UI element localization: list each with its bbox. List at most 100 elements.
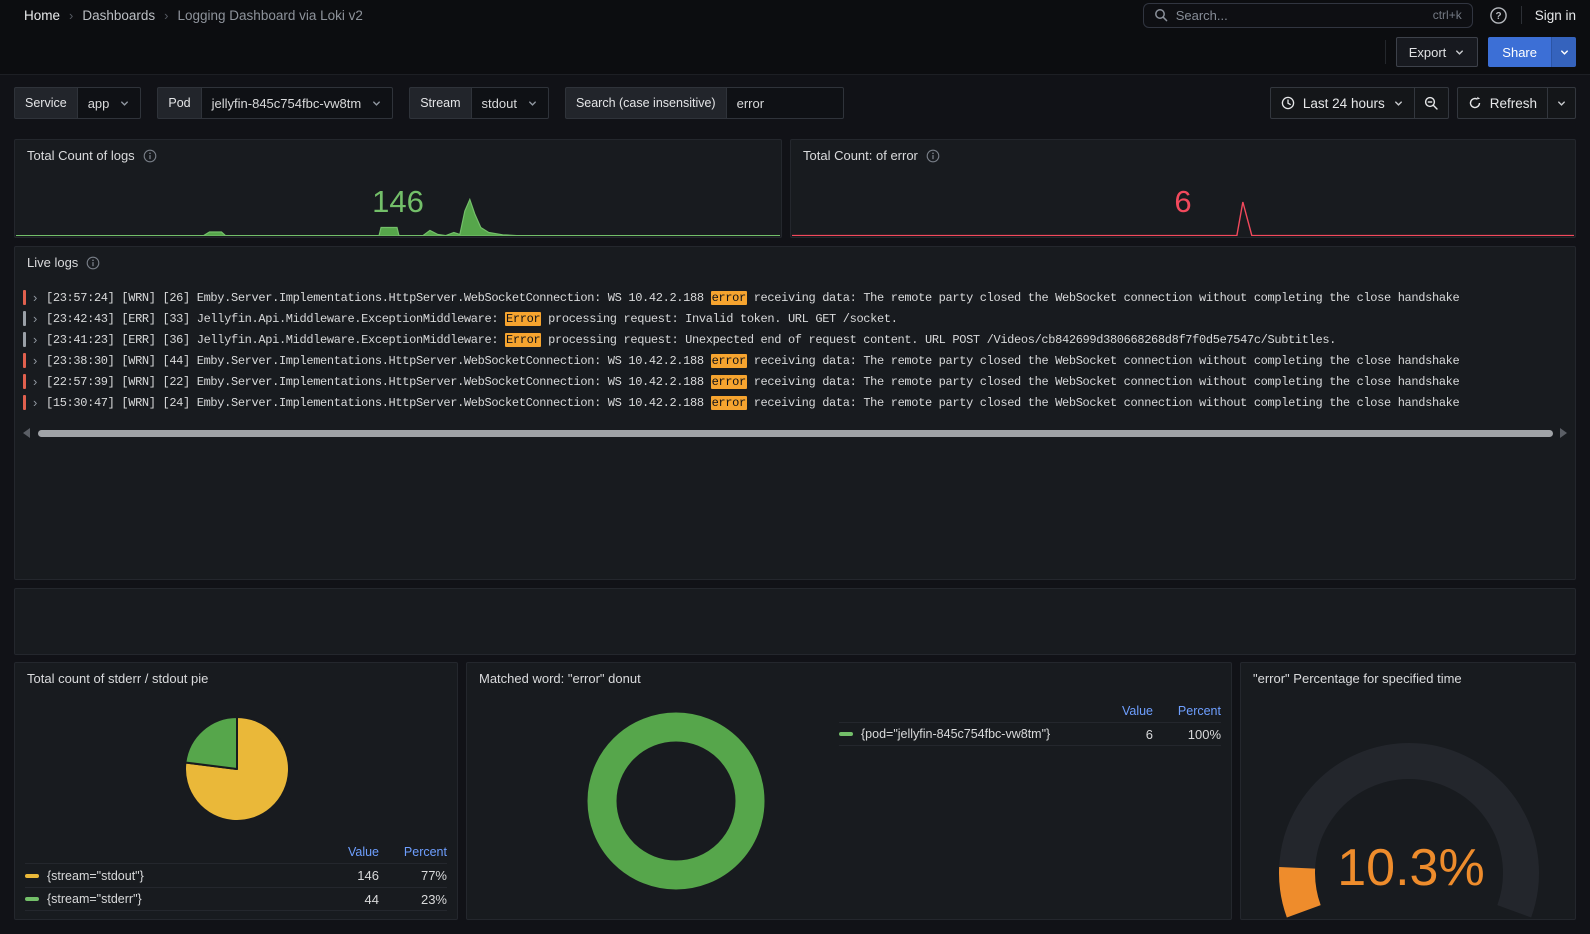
variable-pod-value: jellyfin-845c754fbc-vw8tm xyxy=(211,95,362,111)
breadcrumb-dashboards[interactable]: Dashboards xyxy=(82,8,155,23)
gauge-chart: 10.3% xyxy=(1249,689,1569,919)
log-expand-chevron-icon[interactable]: › xyxy=(33,333,46,346)
legend-percent-header[interactable]: Percent xyxy=(379,845,447,859)
panel-title[interactable]: Total Count of logs xyxy=(27,148,135,163)
log-row[interactable]: › [15:30:47] [WRN] [24] Emby.Server.Imple… xyxy=(23,392,1567,413)
breadcrumb-separator-icon: › xyxy=(164,7,169,23)
legend-value-header[interactable]: Value xyxy=(321,845,379,859)
series-color-dash[interactable] xyxy=(839,732,853,736)
panel-title[interactable]: Live logs xyxy=(27,255,78,270)
panel-total-errors: Total Count: of error 6 xyxy=(790,139,1576,238)
donut-chart[interactable] xyxy=(576,701,776,901)
time-controls: Last 24 hours Refresh xyxy=(1269,87,1576,119)
log-expand-chevron-icon[interactable]: › xyxy=(33,291,46,304)
panel-title[interactable]: Total Count: of error xyxy=(803,148,918,163)
panel-total-logs: Total Count of logs 146 xyxy=(14,139,782,238)
help-icon[interactable]: ? xyxy=(1489,6,1508,25)
log-level-bar xyxy=(23,353,26,368)
sign-in-button[interactable]: Sign in xyxy=(1535,8,1576,23)
time-range-label: Last 24 hours xyxy=(1302,95,1385,111)
panel-pie: Total count of stderr / stdout pie Value… xyxy=(14,662,458,920)
pie-slice-stderr[interactable] xyxy=(184,716,238,770)
info-icon[interactable] xyxy=(143,149,157,163)
variable-stream-select[interactable]: stdout xyxy=(470,87,549,119)
log-row[interactable]: › [23:42:43] [ERR] [33] Jellyfin.Api.Midd… xyxy=(23,308,1567,329)
log-message: [15:30:47] [WRN] [24] Emby.Server.Implem… xyxy=(46,395,1460,410)
donut-legend: Value Percent {pod="jellyfin-845c754fbc-… xyxy=(839,701,1221,746)
refresh-interval-caret[interactable] xyxy=(1548,88,1575,118)
series-color-dash[interactable] xyxy=(25,897,39,901)
log-row[interactable]: › [23:38:30] [WRN] [44] Emby.Server.Imple… xyxy=(23,350,1567,371)
legend-value-header[interactable]: Value xyxy=(1095,704,1153,718)
legend-series-label[interactable]: {stream="stdout"} xyxy=(25,869,321,883)
variable-service-select[interactable]: app xyxy=(76,87,142,119)
toolbar-divider xyxy=(1384,40,1386,64)
log-message: [23:38:30] [WRN] [44] Emby.Server.Implem… xyxy=(46,353,1460,368)
variable-search: Search (case insensitive) error xyxy=(564,87,844,119)
refresh-label: Refresh xyxy=(1489,95,1537,111)
series-color-dash[interactable] xyxy=(25,873,39,878)
variable-pod-label: Pod xyxy=(157,87,201,119)
log-expand-chevron-icon[interactable]: › xyxy=(33,375,46,388)
legend-percent-cell: 23% xyxy=(420,891,447,907)
legend-percent-header[interactable]: Percent xyxy=(1153,704,1221,718)
zoom-out-time-button[interactable] xyxy=(1415,88,1448,118)
global-search-input[interactable]: Search... ctrl+k xyxy=(1142,2,1473,28)
chevron-down-icon xyxy=(529,100,536,106)
time-picker-group: Last 24 hours xyxy=(1269,87,1449,119)
panel-title[interactable]: Total count of stderr / stdout pie xyxy=(27,671,208,686)
share-split-button: Share xyxy=(1488,37,1576,67)
export-button[interactable]: Export xyxy=(1395,37,1479,67)
matched-word-highlight: error xyxy=(710,353,747,368)
dashboard-toolbar: Export Share xyxy=(0,30,1590,74)
variable-service-label: Service xyxy=(14,87,77,119)
log-expand-chevron-icon[interactable]: › xyxy=(33,312,46,325)
log-expand-chevron-icon[interactable]: › xyxy=(33,396,46,409)
breadcrumb-home[interactable]: Home xyxy=(24,8,60,23)
variables-row: Service app Pod jellyfin-845c754fbc-vw8t… xyxy=(14,87,1576,119)
search-icon xyxy=(1154,8,1168,22)
time-range-button[interactable]: Last 24 hours xyxy=(1271,88,1414,118)
chevron-down-icon xyxy=(1394,100,1402,106)
search-placeholder: Search... xyxy=(1175,7,1228,23)
panel-title[interactable]: Matched word: "error" donut xyxy=(479,671,641,686)
legend-header: Value Percent xyxy=(839,701,1221,722)
panel-live-logs: Live logs › [23:57:24] [WRN] [26] Emby.Se… xyxy=(14,246,1576,580)
log-level-bar xyxy=(23,311,26,326)
search-term-input[interactable]: error xyxy=(725,87,844,119)
pie-chart[interactable] xyxy=(175,707,299,831)
gauge-value: 10.3% xyxy=(1337,839,1484,897)
share-button[interactable]: Share xyxy=(1488,37,1551,67)
donut-ring[interactable] xyxy=(587,712,765,890)
legend-row: {stream="stdout"} 146 77% xyxy=(25,863,447,887)
breadcrumb-separator-icon: › xyxy=(69,7,74,23)
variable-pod: Pod jellyfin-845c754fbc-vw8tm xyxy=(157,87,394,119)
legend-percent-cell: 100% xyxy=(1187,726,1221,742)
variable-stream-label: Stream xyxy=(409,87,471,119)
log-row[interactable]: › [22:57:39] [WRN] [22] Emby.Server.Imple… xyxy=(23,371,1567,392)
chevron-down-icon xyxy=(1558,100,1565,106)
variable-stream-value: stdout xyxy=(481,95,517,111)
log-row[interactable]: › [23:41:23] [ERR] [36] Jellyfin.Api.Midd… xyxy=(23,329,1567,350)
page-header: Home › Dashboards › Logging Dashboard vi… xyxy=(0,0,1590,75)
chevron-down-icon xyxy=(121,100,129,106)
log-row[interactable]: › [23:57:24] [WRN] [26] Emby.Server.Imple… xyxy=(23,287,1567,308)
panel-title[interactable]: "error" Percentage for specified time xyxy=(1253,671,1462,686)
info-icon[interactable] xyxy=(926,149,940,163)
scrollbar-thumb[interactable] xyxy=(38,429,1553,437)
scroll-left-icon[interactable] xyxy=(23,428,30,438)
horizontal-scrollbar[interactable] xyxy=(23,426,1567,440)
legend-value-cell: 44 xyxy=(364,891,379,907)
log-level-bar xyxy=(23,374,26,389)
variable-pod-select[interactable]: jellyfin-845c754fbc-vw8tm xyxy=(200,87,394,119)
refresh-button[interactable]: Refresh xyxy=(1458,88,1547,118)
legend-series-label[interactable]: {pod="jellyfin-845c754fbc-vw8tm"} xyxy=(839,727,1095,741)
info-icon[interactable] xyxy=(86,256,100,270)
pie-legend: Value Percent {stream="stdout"} 146 77% {st… xyxy=(25,842,447,911)
gauge-fill xyxy=(1279,866,1321,918)
scroll-right-icon[interactable] xyxy=(1560,428,1567,438)
legend-series-label[interactable]: {stream="stderr"} xyxy=(25,892,321,906)
legend-row: {pod="jellyfin-845c754fbc-vw8tm"} 6 100% xyxy=(839,722,1221,746)
log-expand-chevron-icon[interactable]: › xyxy=(33,354,46,367)
share-menu-caret[interactable] xyxy=(1551,37,1576,67)
